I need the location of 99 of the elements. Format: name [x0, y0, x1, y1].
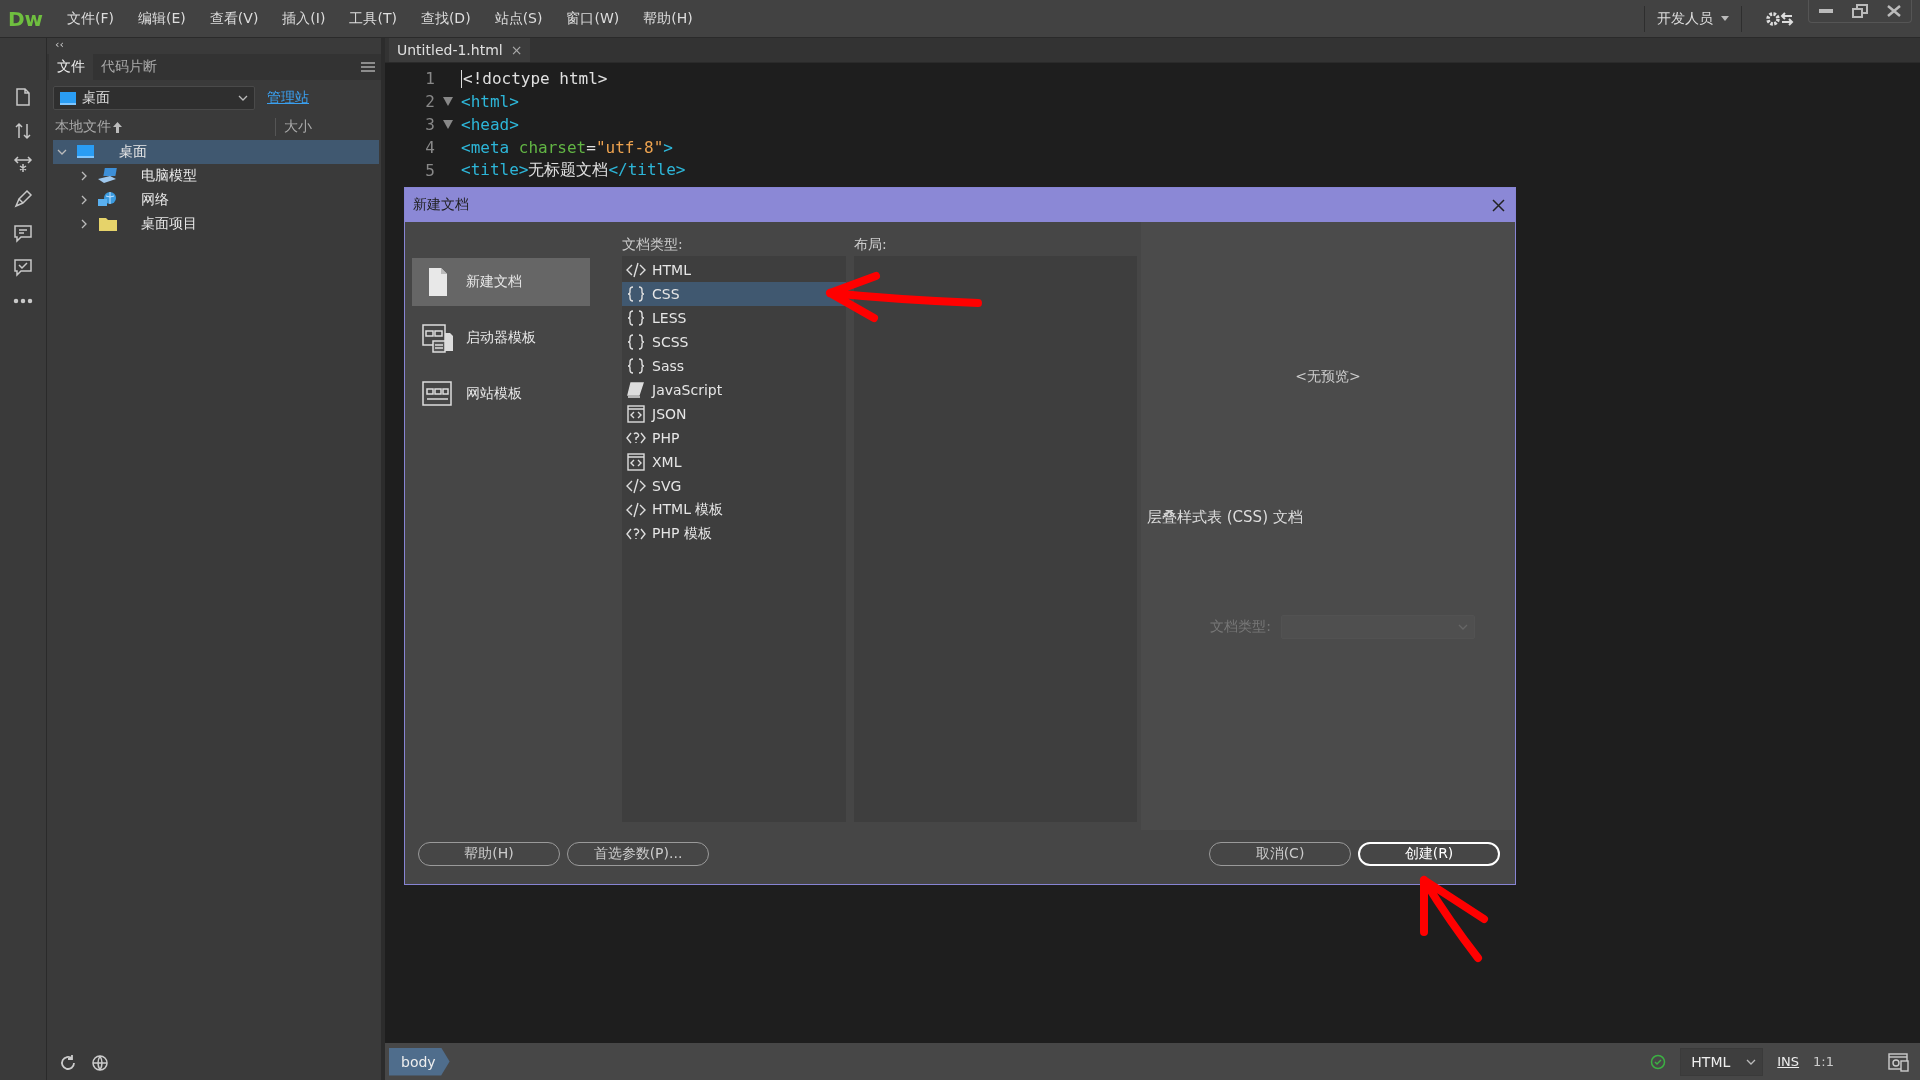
braces-icon [626, 333, 646, 351]
document-type-item[interactable]: CSS [622, 282, 846, 306]
menu-icon[interactable] [361, 62, 375, 72]
braces-icon [626, 309, 646, 327]
line-number: 1 [424, 69, 435, 88]
code-line: <html> [461, 92, 519, 111]
code-box-icon [626, 453, 646, 471]
tab-close-button[interactable]: × [510, 42, 523, 58]
chevron-icon[interactable] [79, 219, 89, 229]
code-icon [626, 261, 646, 279]
site-dropdown[interactable]: 桌面 [53, 86, 255, 110]
tree-item[interactable]: 桌面项目 [53, 212, 379, 236]
category-item[interactable]: 网站模板 [412, 370, 590, 418]
document-type-item[interactable]: LESS [622, 306, 846, 330]
category-item[interactable]: 新建文档 [412, 258, 590, 306]
device-preview-icon[interactable] [1888, 1051, 1910, 1072]
caret-icon [1721, 16, 1729, 21]
monitor-icon [75, 143, 97, 161]
fold-triangle-icon[interactable] [443, 97, 453, 106]
caret-icon [238, 95, 248, 101]
menu-item[interactable]: 编辑(E) [128, 5, 196, 32]
tree-label: 桌面 [119, 143, 147, 161]
code-line: <!doctype html> [463, 69, 608, 88]
panel-tab[interactable]: 文件 [49, 54, 93, 80]
menu-item[interactable]: 插入(I) [272, 5, 336, 32]
document-type-item[interactable]: PHP [622, 426, 846, 450]
menu-item[interactable]: 文件(F) [57, 5, 125, 32]
tree-label: 电脑模型 [141, 167, 197, 185]
column-header[interactable]: 本地文件 [55, 118, 111, 136]
collapse-button[interactable]: ‹‹ [55, 38, 64, 51]
chevron-icon[interactable] [79, 195, 89, 205]
tree-label: 网络 [141, 191, 169, 209]
braces-icon [626, 285, 646, 303]
dialog-title: 新建文档 [413, 196, 469, 214]
tree-item[interactable]: 电脑模型 [53, 164, 379, 188]
line-number: 4 [424, 138, 435, 157]
category-item[interactable]: 启动器模板 [412, 314, 590, 362]
manage-sites-link[interactable]: 管理站 [267, 89, 309, 107]
code-box-icon [626, 405, 646, 423]
document-type-item[interactable]: SVG [622, 474, 846, 498]
list-label: 布局: [854, 236, 888, 254]
sort-arrow-icon [113, 121, 122, 133]
code-icon [626, 501, 646, 519]
cursor-position: 1:1 [1813, 1054, 1834, 1069]
folder-icon [97, 215, 119, 233]
document-type-item[interactable]: SCSS [622, 330, 846, 354]
line-number: 3 [424, 115, 435, 134]
tree-item[interactable]: 桌面 [53, 140, 379, 164]
document-tab[interactable]: Untitled-1.html × [389, 38, 531, 62]
brush-icon[interactable] [12, 188, 34, 210]
line-number: 5 [424, 161, 435, 180]
line-number: 2 [424, 92, 435, 111]
document-type-item[interactable]: Sass [622, 354, 846, 378]
language-dropdown[interactable]: HTML [1680, 1047, 1764, 1076]
menu-item[interactable]: 帮助(H) [633, 5, 703, 32]
laptop-icon [97, 167, 119, 185]
template-icon [420, 321, 454, 355]
document-type-item[interactable]: JSON [622, 402, 846, 426]
chevron-icon[interactable] [57, 147, 67, 157]
code-line: <meta charset="utf-8"> [461, 138, 673, 157]
braces-icon [626, 357, 646, 375]
comment-icon[interactable] [12, 222, 34, 244]
document-type-item[interactable]: JavaScript [622, 378, 846, 402]
chevron-icon[interactable] [79, 171, 89, 181]
globe-icon [97, 191, 119, 209]
menu-item[interactable]: 查看(V) [199, 5, 269, 32]
tree-item[interactable]: 网络 [53, 188, 379, 212]
description-text: 层叠样式表 (CSS) 文档 [1147, 508, 1304, 527]
menu-item[interactable]: 站点(S) [484, 5, 553, 32]
workspace-dropdown[interactable]: 开发人员 [1644, 5, 1742, 32]
close-icon[interactable] [1492, 198, 1505, 212]
app-logo: Dw [7, 6, 45, 31]
code-line: <title>无标题文档</title> [461, 160, 686, 181]
document-type-item[interactable]: HTML 模板 [622, 498, 846, 522]
preview-text: <无预览> [1294, 368, 1362, 386]
panel-tab[interactable]: 代码片断 [93, 54, 165, 80]
create-button[interactable]: 创建(R) [1358, 842, 1500, 866]
comment-check-icon[interactable] [12, 256, 34, 278]
scroll-icon [626, 381, 646, 399]
code-icon [626, 477, 646, 495]
monitor-icon [60, 91, 76, 105]
tree-label: 桌面项目 [141, 215, 197, 233]
list-label: 文档类型: [622, 236, 684, 254]
menu-item[interactable]: 查找(D) [410, 5, 481, 32]
document-type-item[interactable]: XML [622, 450, 846, 474]
restore-icon[interactable] [1852, 4, 1868, 18]
globe-icon[interactable] [91, 1054, 111, 1072]
tag-selector[interactable]: body [389, 1047, 450, 1076]
document-type-item[interactable]: PHP 模板 [622, 522, 846, 546]
refresh-icon[interactable] [59, 1054, 77, 1072]
code-line: <head> [461, 115, 519, 134]
close-icon[interactable] [1887, 5, 1901, 17]
caret-icon [1746, 1058, 1757, 1065]
insert-mode[interactable]: INS [1777, 1054, 1800, 1069]
column-header[interactable]: 大小 [276, 118, 312, 136]
menu-item[interactable]: 工具(T) [339, 5, 407, 32]
document-type-item[interactable]: HTML [622, 258, 846, 282]
fold-triangle-icon[interactable] [443, 120, 453, 129]
menu-item[interactable]: 窗口(W) [556, 5, 630, 32]
